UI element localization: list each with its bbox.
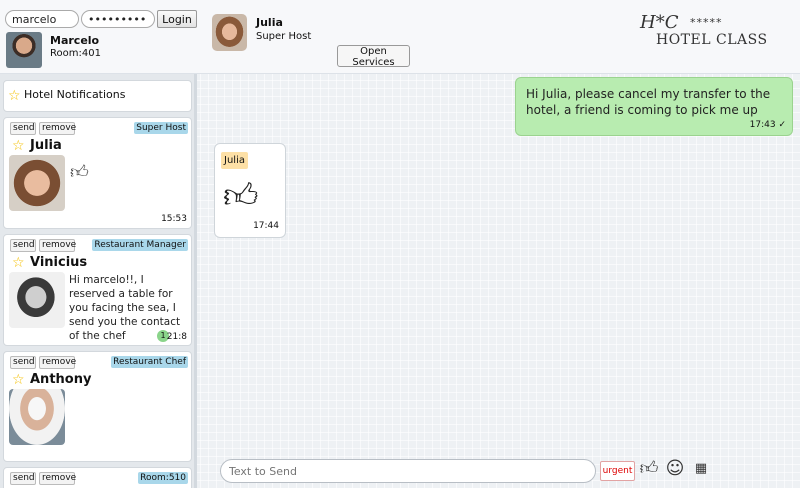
my-name: Marcelo <box>50 34 100 47</box>
message-text: Hi Julia, please cancel my transfer to t… <box>526 87 771 117</box>
remove-button[interactable]: remove <box>39 239 76 252</box>
urgent-button[interactable]: urgent <box>600 461 635 481</box>
remove-button[interactable]: remove <box>39 356 76 369</box>
notifications-label: Hotel Notifications <box>24 88 126 101</box>
password-input[interactable] <box>81 10 155 28</box>
remove-button[interactable]: remove <box>39 122 76 135</box>
message-input[interactable] <box>220 459 596 483</box>
send-button[interactable]: send <box>10 472 36 485</box>
contact-photo <box>9 272 65 328</box>
contact-card-room-510[interactable]: send remove Room:510 <box>3 467 192 488</box>
logo-mark-text: H*C <box>640 12 679 33</box>
host-name: Julia <box>256 16 283 29</box>
username-input[interactable] <box>5 10 79 28</box>
hotel-logo-mark: H*C <box>640 12 678 33</box>
contacts-sidebar[interactable]: ☆ Hotel Notifications send remove Super … <box>0 74 197 488</box>
login-button[interactable]: Login <box>157 10 197 28</box>
thumbs-up-icon: 👍︎ <box>223 176 259 216</box>
open-services-button[interactable]: Open Services <box>337 45 410 68</box>
star-icon[interactable]: ☆ <box>12 373 26 387</box>
host-role: Super Host <box>256 31 312 42</box>
remove-button[interactable]: remove <box>39 472 76 485</box>
contact-card-julia[interactable]: send remove Super Host ☆ Julia 👍︎ 15:53 <box>3 117 192 229</box>
star-icon[interactable]: ☆ <box>12 256 26 270</box>
last-message-time: 15:53 <box>161 214 187 224</box>
outgoing-message[interactable]: Hi Julia, please cancel my transfer to t… <box>515 77 793 136</box>
message-time: 17:43 ✓ <box>749 120 786 130</box>
host-avatar[interactable] <box>212 14 247 51</box>
star-icon: ☆ <box>8 88 21 104</box>
my-room: Room:401 <box>50 48 101 59</box>
contact-name: Julia <box>30 138 62 153</box>
chat-area[interactable]: Hi Julia, please cancel my transfer to t… <box>200 74 800 488</box>
role-badge: Restaurant Manager <box>92 239 188 251</box>
role-badge: Restaurant Chef <box>111 356 188 368</box>
top-bar: Login Marcelo Room:401 Julia Super Host … <box>0 0 800 74</box>
star-icon[interactable]: ☆ <box>12 139 26 153</box>
contact-name: Vinicius <box>30 255 88 270</box>
send-button[interactable]: send <box>10 356 36 369</box>
contact-photo <box>9 155 65 211</box>
send-button[interactable]: send <box>10 239 36 252</box>
contact-photo <box>9 389 65 445</box>
logo-text: HOTEL CLASS <box>656 32 768 48</box>
hotel-notifications[interactable]: ☆ Hotel Notifications <box>3 80 192 112</box>
contact-card-anthony[interactable]: send remove Restaurant Chef ☆ Anthony <box>3 351 192 462</box>
role-badge: Super Host <box>134 122 188 134</box>
message-sender: Julia <box>221 152 248 169</box>
last-message-time: 21:8 <box>166 332 187 342</box>
send-button[interactable]: send <box>10 122 36 135</box>
incoming-message[interactable]: Julia 👍︎ 17:44 <box>214 143 286 238</box>
role-badge: Room:510 <box>138 472 188 484</box>
contact-name: Anthony <box>30 372 92 387</box>
building-icon[interactable]: ▦ <box>690 458 712 480</box>
thumbs-up-icon[interactable]: 👍︎ <box>638 458 660 480</box>
logo-stars: ***** <box>690 16 723 29</box>
thumbs-up-icon: 👍︎ <box>70 162 89 183</box>
smiley-icon[interactable]: ☺ <box>664 458 686 480</box>
message-time: 17:44 <box>253 221 279 231</box>
contact-card-vinicius[interactable]: send remove Restaurant Manager ☆ Viniciu… <box>3 234 192 346</box>
my-avatar <box>6 32 42 68</box>
